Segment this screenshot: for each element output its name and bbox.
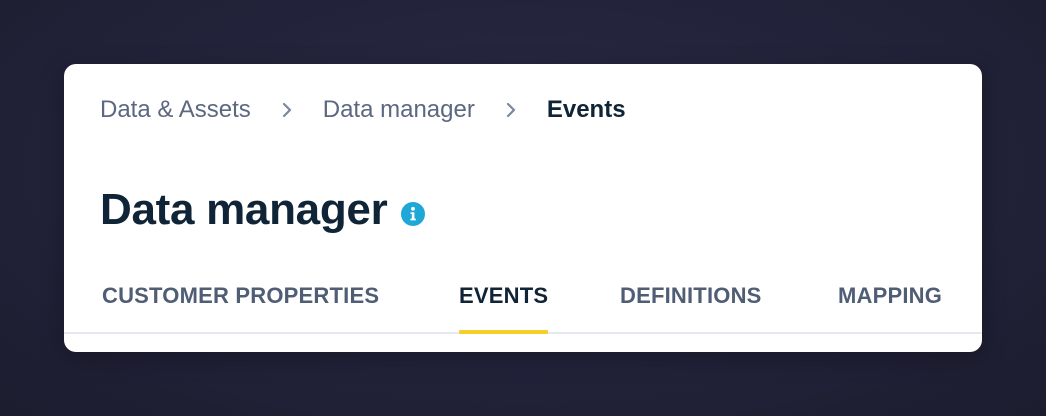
data-manager-card: Data & Assets Data manager Events Data m… [64,64,982,352]
chevron-right-icon [269,101,305,119]
breadcrumb: Data & Assets Data manager Events [100,94,626,126]
breadcrumb-item-current: Events [546,96,626,123]
tab-label: DEFINITIONS [620,283,762,308]
tab-label: CUSTOMER PROPERTIES [102,283,380,308]
tab-mapping[interactable]: MAPPING [838,283,942,332]
chevron-right-icon [493,101,529,119]
page-header: Data manager [100,182,426,238]
tab-label: EVENTS [459,283,549,308]
tab-definitions[interactable]: DEFINITIONS [620,283,762,332]
tab-customer-properties[interactable]: CUSTOMER PROPERTIES [102,283,379,332]
tab-bar: CUSTOMER PROPERTIES EVENTS DEFINITIONS M… [64,269,982,334]
active-tab-indicator [459,330,549,334]
breadcrumb-item-data-assets[interactable]: Data & Assets [100,96,251,124]
breadcrumb-item-data-manager[interactable]: Data manager [323,96,475,124]
tab-label: MAPPING [838,283,943,308]
info-icon[interactable] [401,202,426,226]
tab-events[interactable]: EVENTS [459,283,549,334]
page-title: Data manager [100,185,388,234]
